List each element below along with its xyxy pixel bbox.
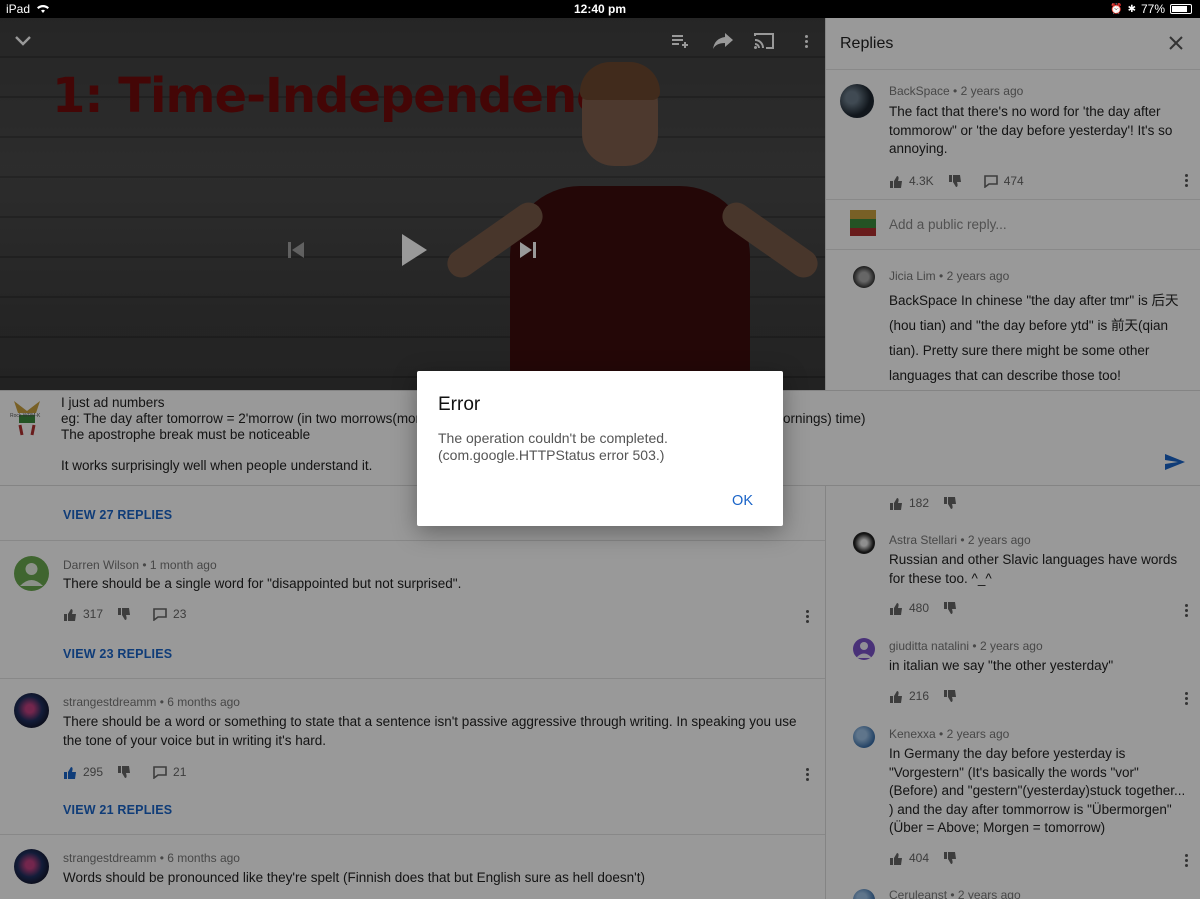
battery-percent: 77% <box>1140 2 1165 16</box>
dialog-message-line: The operation couldn't be completed. <box>438 430 668 446</box>
dialog-title: Error <box>438 394 481 415</box>
ok-button[interactable]: OK <box>732 493 753 509</box>
dialog-message-line: (com.google.HTTPStatus error 503.) <box>438 447 665 463</box>
status-bar: iPad 12:40 pm ⏰ ✱ 77% <box>0 0 1200 18</box>
dialog-message: The operation couldn't be completed. (co… <box>438 430 758 464</box>
clock: 12:40 pm <box>573 2 627 16</box>
alarm-icon: ⏰ <box>1110 3 1123 15</box>
bluetooth-icon: ✱ <box>1127 3 1136 15</box>
error-dialog: Error The operation couldn't be complete… <box>417 371 783 526</box>
battery-icon <box>1170 4 1192 14</box>
